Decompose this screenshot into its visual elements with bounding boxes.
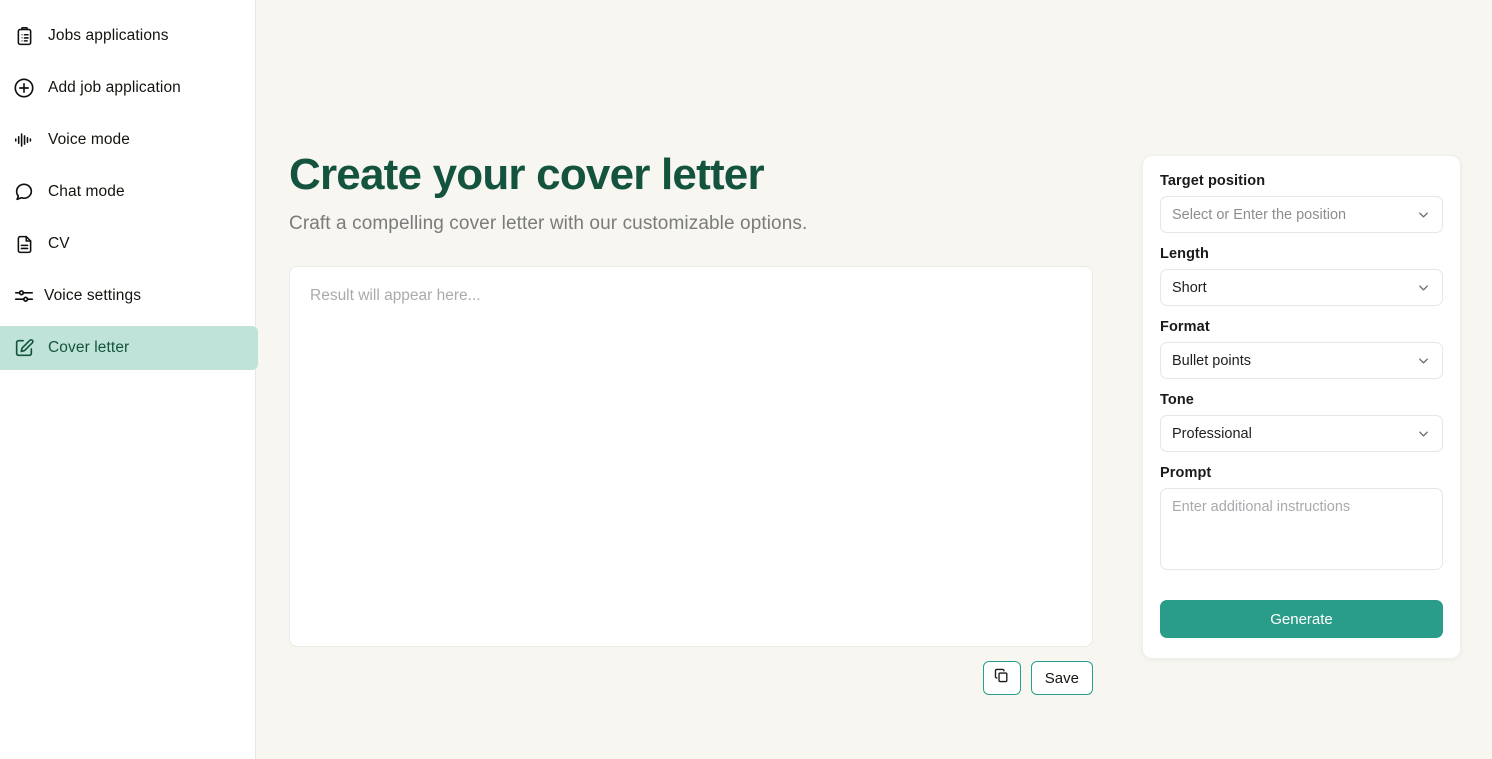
chevron-down-icon — [1416, 280, 1431, 295]
select-value: Professional — [1172, 425, 1252, 442]
select-value: Select or Enter the position — [1172, 206, 1347, 223]
sidebar-item-add-job-application[interactable]: Add job application — [0, 66, 255, 110]
main-content: Create your cover letter Craft a compell… — [256, 0, 1492, 759]
sidebar-item-label: CV — [48, 235, 70, 252]
field-prompt: Prompt Enter additional instructions — [1160, 465, 1443, 570]
clipboard-list-icon — [12, 24, 36, 48]
plus-circle-icon — [12, 76, 36, 100]
field-length: Length Short — [1160, 246, 1443, 306]
sidebar-item-voice-settings[interactable]: Voice settings — [0, 274, 255, 318]
target-position-select[interactable]: Select or Enter the position — [1160, 196, 1443, 233]
copy-icon — [993, 667, 1010, 689]
sidebar: Jobs applications Add job application Vo… — [0, 0, 258, 759]
save-button[interactable]: Save — [1030, 661, 1093, 696]
sidebar-item-chat-mode[interactable]: Chat mode — [0, 170, 255, 214]
select-value: Short — [1172, 279, 1207, 296]
tone-select[interactable]: Professional — [1160, 415, 1443, 452]
sidebar-item-label: Chat mode — [48, 183, 125, 200]
prompt-input[interactable]: Enter additional instructions — [1160, 488, 1443, 570]
result-textarea[interactable]: Result will appear here... — [289, 266, 1093, 648]
sidebar-item-jobs-applications[interactable]: Jobs applications — [0, 14, 255, 58]
page-subtitle: Craft a compelling cover letter with our… — [289, 213, 808, 235]
field-tone: Tone Professional — [1160, 392, 1443, 452]
field-label: Target position — [1160, 173, 1266, 189]
cover-letter-section: Create your cover letter Craft a compell… — [289, 150, 1093, 696]
chevron-down-icon — [1416, 426, 1431, 441]
result-placeholder-text: Result will appear here... — [310, 287, 481, 305]
sidebar-item-label: Add job application — [48, 79, 181, 96]
document-text-icon — [12, 232, 36, 256]
field-label: Prompt — [1160, 465, 1212, 481]
prompt-placeholder-text: Enter additional instructions — [1172, 499, 1351, 515]
length-select[interactable]: Short — [1160, 269, 1443, 306]
page-title: Create your cover letter — [289, 150, 765, 199]
copy-button[interactable] — [982, 661, 1021, 696]
pencil-square-icon — [12, 336, 36, 360]
sliders-icon — [12, 284, 36, 308]
sidebar-item-label: Voice mode — [48, 131, 130, 148]
sidebar-item-label: Jobs applications — [48, 27, 169, 44]
generate-button[interactable]: Generate — [1160, 600, 1443, 638]
field-label: Tone — [1160, 392, 1194, 408]
chevron-down-icon — [1416, 207, 1431, 222]
chevron-down-icon — [1416, 353, 1431, 368]
sidebar-item-label: Cover letter — [48, 339, 130, 356]
field-format: Format Bullet points — [1160, 319, 1443, 379]
sidebar-item-label: Voice settings — [44, 287, 142, 304]
options-panel: Target position Select or Enter the posi… — [1142, 155, 1461, 659]
sidebar-item-voice-mode[interactable]: Voice mode — [0, 118, 255, 162]
audio-waveform-icon — [12, 128, 36, 152]
result-actions: Save — [289, 661, 1093, 696]
field-target-position: Target position Select or Enter the posi… — [1160, 173, 1443, 233]
select-value: Bullet points — [1172, 352, 1251, 369]
sidebar-item-cv[interactable]: CV — [0, 222, 255, 266]
sidebar-item-cover-letter[interactable]: Cover letter — [0, 326, 258, 370]
chat-bubble-icon — [12, 180, 36, 204]
app-root: Jobs applications Add job application Vo… — [0, 0, 1492, 759]
field-label: Format — [1160, 319, 1210, 335]
format-select[interactable]: Bullet points — [1160, 342, 1443, 379]
field-label: Length — [1160, 246, 1209, 262]
